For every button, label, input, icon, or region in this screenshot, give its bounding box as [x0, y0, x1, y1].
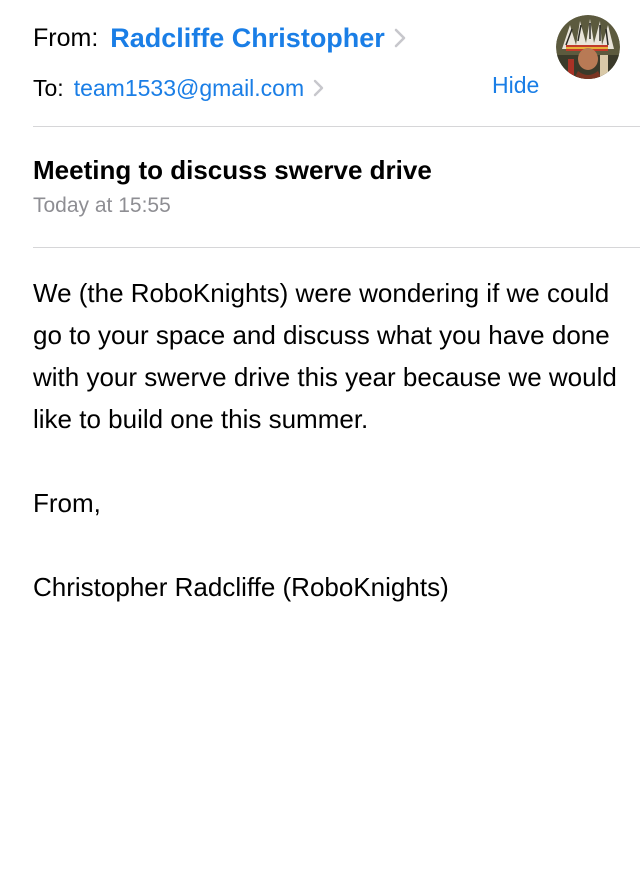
chevron-right-icon[interactable] [312, 76, 326, 100]
body-paragraph: We (the RoboKnights) were wondering if w… [33, 278, 617, 434]
body-signature: Christopher Radcliffe (RoboKnights) [33, 572, 449, 602]
from-label: From: [33, 23, 99, 52]
email-timestamp: Today at 15:55 [33, 194, 171, 217]
header-divider [33, 126, 640, 127]
chevron-right-icon[interactable] [393, 26, 407, 50]
hide-details-button[interactable]: Hide [492, 72, 539, 99]
contact-avatar-icon [556, 15, 620, 79]
subject-divider [33, 247, 640, 248]
sender-name-link[interactable]: Radcliffe Christopher [110, 23, 385, 54]
to-row: To: team1533@gmail.com [33, 70, 326, 106]
from-row: From: Radcliffe Christopher [33, 18, 407, 58]
to-label: To: [33, 74, 64, 101]
email-subject: Meeting to discuss swerve drive [33, 155, 432, 185]
recipient-link[interactable]: team1533@gmail.com [74, 75, 304, 102]
body-paragraph: From, [33, 488, 101, 518]
email-body: We (the RoboKnights) were wondering if w… [33, 272, 623, 650]
avatar[interactable] [556, 15, 620, 79]
